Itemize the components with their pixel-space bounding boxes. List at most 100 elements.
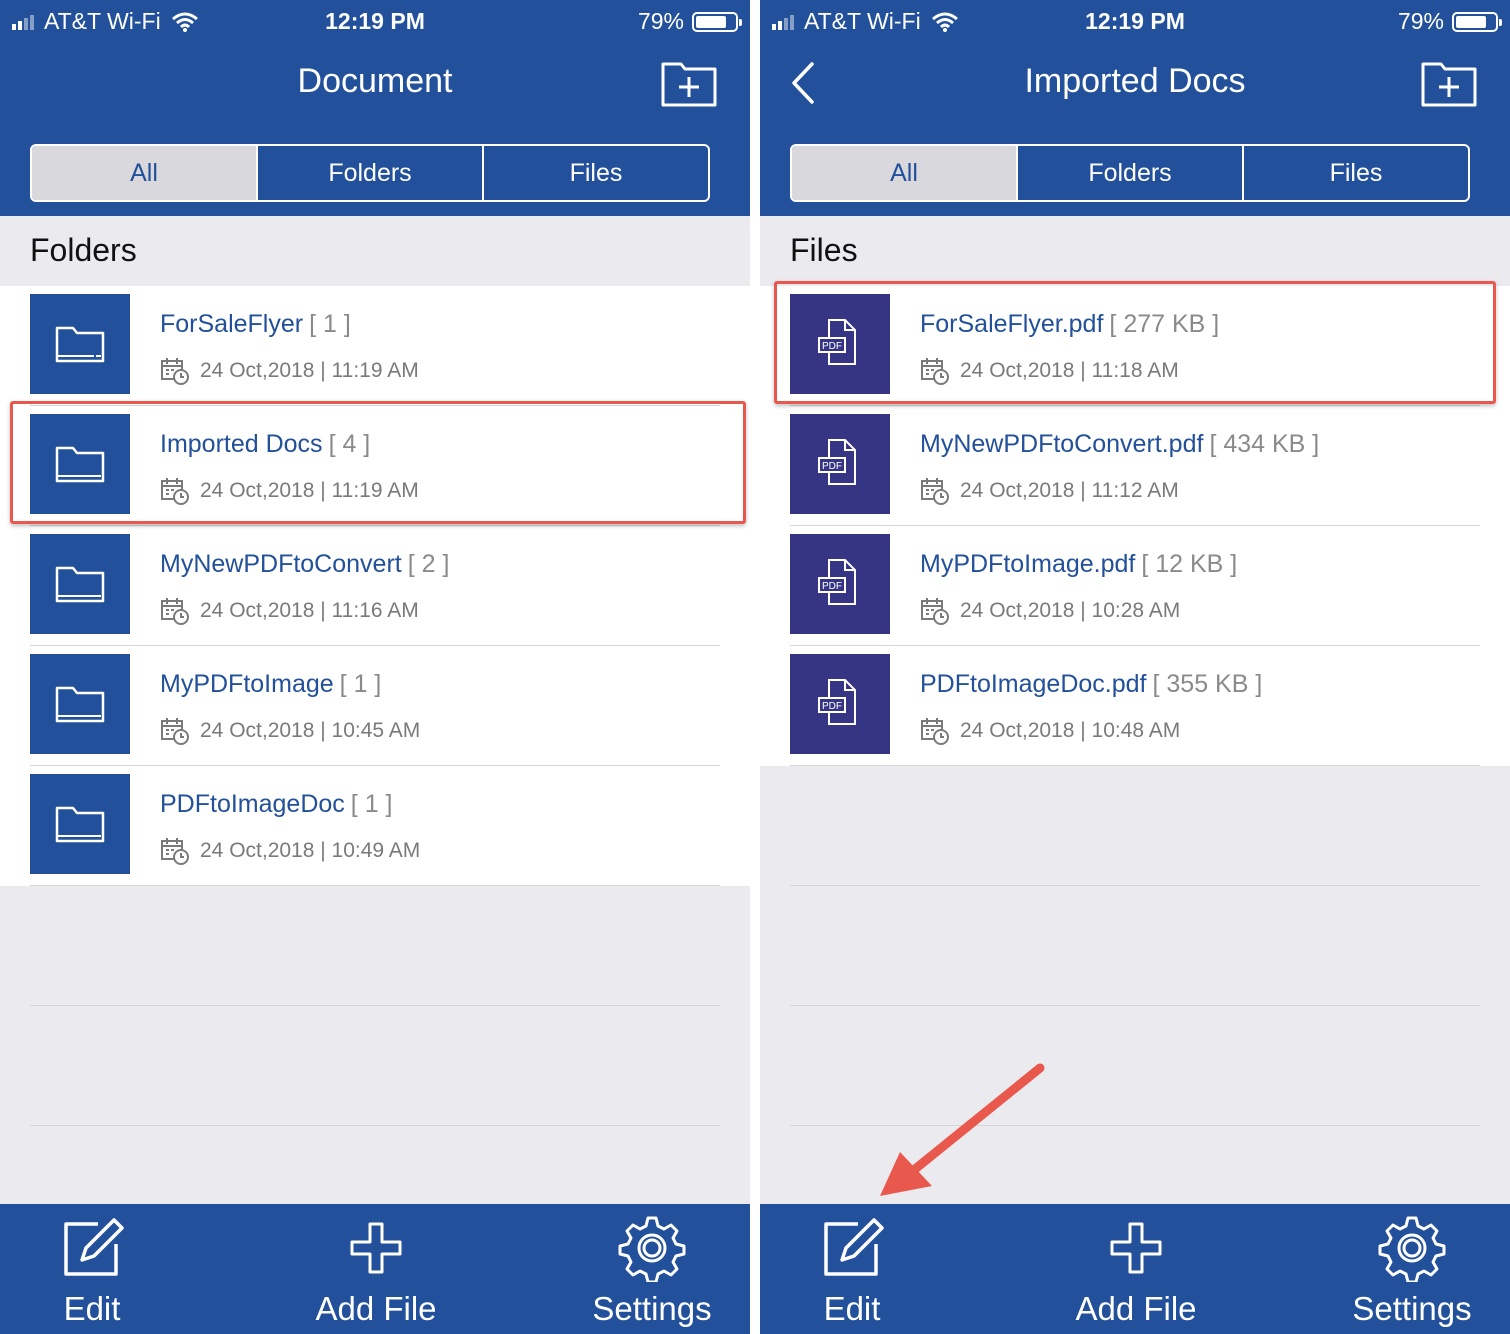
page-title: Document [297,62,453,100]
item-name: MyNewPDFtoConvert [160,550,402,578]
item-count: [ 1 ] [309,310,351,338]
tab-bar: Edit Add File Settings [0,1204,750,1334]
item-size: [ 355 KB ] [1152,670,1263,698]
tab-label: Edit [63,1290,121,1327]
plus-icon [350,1222,402,1274]
svg-text:PDF: PDF [822,461,842,472]
edit-icon [64,1218,124,1276]
section-header: Files [760,216,1510,286]
filter-bar: All Folders Files [0,128,750,216]
segmented-control: All Folders Files [790,144,1470,202]
calendar-clock-icon [161,718,189,745]
section-title: Files [790,232,858,268]
filter-bar: All Folders Files [760,128,1510,216]
edit-icon [824,1218,884,1276]
tab-edit[interactable]: Edit [782,1204,922,1334]
calendar-clock-icon [921,478,949,505]
annotation-arrow-icon [880,1063,1045,1196]
gear-icon [618,1216,686,1282]
pdf-file-icon: PDF [790,534,890,634]
tab-label: Add File [1075,1290,1197,1327]
segment-folders[interactable]: Folders [1018,146,1244,200]
item-date: 24 Oct,2018 | 11:12 AM [960,479,1179,502]
segment-all[interactable]: All [792,146,1018,200]
item-date: 24 Oct,2018 | 11:19 AM [200,359,419,382]
segmented-control: All Folders Files [30,144,710,202]
battery-percent: 79% [1397,8,1444,34]
item-name: MyNewPDFtoConvert.pdf [920,430,1204,458]
item-name: MyPDFtoImage.pdf [920,550,1136,578]
tab-add-file[interactable]: Add File [1036,1204,1236,1334]
segment-all[interactable]: All [32,146,258,200]
calendar-clock-icon [921,718,949,745]
list-item[interactable]: PDF PDFtoImageDoc.pdf[ 355 KB ] 24 Oct,2… [760,646,1510,766]
pdf-file-icon: PDF [790,654,890,754]
tab-settings[interactable]: Settings [562,1204,742,1334]
nav-bar: Document [0,40,750,128]
tab-edit[interactable]: Edit [22,1204,162,1334]
list-item[interactable]: MyPDFtoImage[ 1 ] 24 Oct,2018 | 10:45 AM [0,646,750,766]
row-divider [790,765,1480,766]
tab-bar: Edit Add File Settings [760,1204,1510,1334]
new-folder-icon [661,62,717,107]
calendar-clock-icon [161,598,189,625]
section-title: Folders [30,232,137,268]
item-size: [ 434 KB ] [1209,430,1320,458]
battery-icon [1452,11,1502,32]
item-date: 24 Oct,2018 | 10:45 AM [200,719,421,742]
section-header: Folders [0,216,750,286]
row-divider [790,885,1480,886]
row-divider [30,1005,720,1006]
item-size: [ 12 KB ] [1141,550,1238,578]
status-bar: AT&T Wi-Fi 12:19 PM 79% [760,0,1510,40]
folder-icon [30,534,130,634]
highlight-box [774,281,1496,404]
item-count: [ 2 ] [407,550,450,578]
new-folder-button[interactable] [660,58,718,108]
new-folder-icon [1421,62,1477,107]
calendar-clock-icon [161,838,189,865]
plus-icon [1110,1222,1162,1274]
highlight-box [10,401,746,524]
battery-percent: 79% [637,8,684,34]
battery-icon [692,11,742,32]
item-name: ForSaleFlyer [160,310,304,338]
segment-files[interactable]: Files [484,146,708,200]
list-item[interactable]: MyNewPDFtoConvert[ 2 ] 24 Oct,2018 | 11:… [0,526,750,646]
row-divider [30,885,720,886]
item-date: 24 Oct,2018 | 10:48 AM [960,719,1181,742]
left-screen: AT&T Wi-Fi 12:19 PM 79% Document All Fol… [0,0,750,1334]
segment-files[interactable]: Files [1244,146,1468,200]
svg-text:PDF: PDF [822,701,842,712]
tab-add-file[interactable]: Add File [276,1204,476,1334]
item-date: 24 Oct,2018 | 10:28 AM [960,599,1181,622]
tab-label: Edit [823,1290,881,1327]
list-item[interactable]: PDF MyPDFtoImage.pdf[ 12 KB ] 24 Oct,201… [760,526,1510,646]
folder-list: ForSaleFlyer[ 1 ] 24 Oct,2018 | 11:19 AM… [0,286,750,886]
item-name: PDFtoImageDoc [160,790,345,818]
row-divider [30,1125,720,1126]
svg-text:PDF: PDF [822,581,842,592]
new-folder-button[interactable] [1420,58,1478,108]
nav-bar: Imported Docs [760,40,1510,128]
item-name: MyPDFtoImage [160,670,334,698]
list-item[interactable]: ForSaleFlyer[ 1 ] 24 Oct,2018 | 11:19 AM [0,286,750,406]
calendar-clock-icon [921,598,949,625]
tab-label: Add File [315,1290,437,1327]
item-name: PDFtoImageDoc.pdf [920,670,1147,698]
row-divider [790,1005,1480,1006]
item-count: [ 1 ] [339,670,382,698]
tab-settings[interactable]: Settings [1322,1204,1502,1334]
list-item[interactable]: PDFtoImageDoc[ 1 ] 24 Oct,2018 | 10:49 A… [0,766,750,886]
tab-label: Settings [592,1290,712,1327]
pdf-file-icon: PDF [790,414,890,514]
gear-icon [1378,1216,1446,1282]
item-date: 24 Oct,2018 | 10:49 AM [200,839,421,862]
folder-icon [30,294,130,394]
segment-folders[interactable]: Folders [258,146,484,200]
item-date: 24 Oct,2018 | 11:16 AM [200,599,419,622]
list-item[interactable]: PDF MyNewPDFtoConvert.pdf[ 434 KB ] 24 O… [760,406,1510,526]
page-title: Imported Docs [1024,62,1246,100]
tab-label: Settings [1352,1290,1472,1327]
calendar-clock-icon [161,358,189,385]
